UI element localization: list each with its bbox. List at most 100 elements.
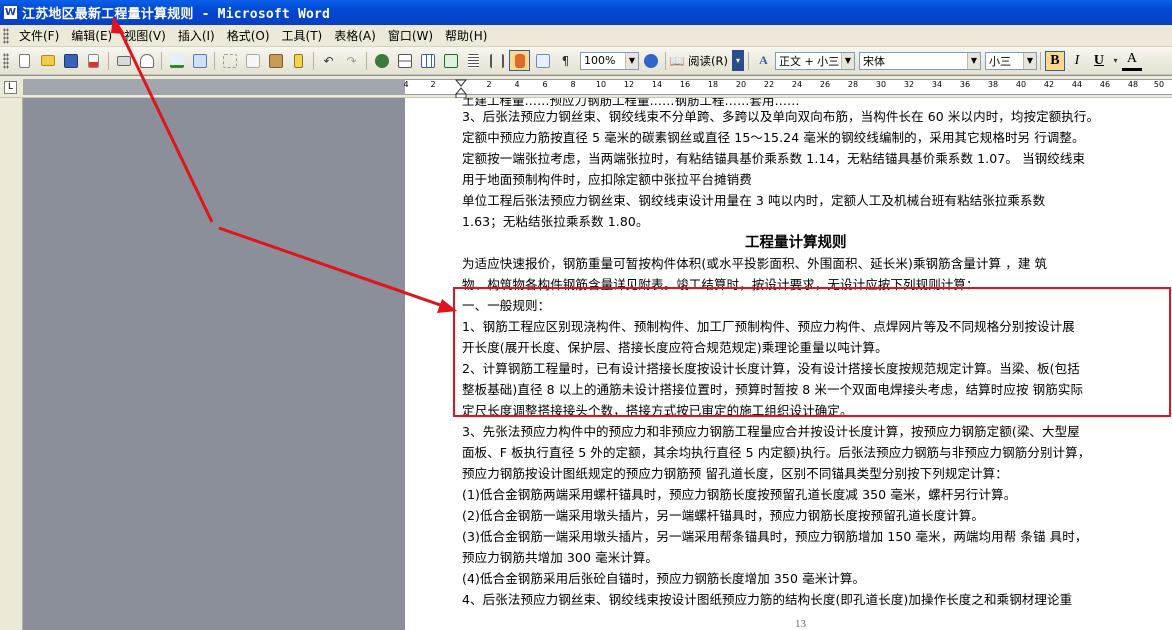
ruler-label: 32 xyxy=(903,80,915,89)
save-icon[interactable] xyxy=(60,50,81,71)
open-folder-icon[interactable] xyxy=(37,50,58,71)
ruler-label: 34 xyxy=(931,80,943,89)
paste-icon[interactable] xyxy=(265,50,286,71)
ruler-label: 16 xyxy=(679,80,691,89)
format-painter-icon[interactable] xyxy=(288,50,309,71)
doc-line: 定额按一端张拉考虑，当两端张拉时，有粘结锚具基价乘系数 1.14，无粘结锚具基价… xyxy=(462,151,1086,166)
bold-button[interactable]: B xyxy=(1044,50,1065,71)
chevron-down-icon[interactable]: ▼ xyxy=(840,52,854,69)
columns-icon[interactable] xyxy=(463,50,484,71)
new-document-icon[interactable] xyxy=(14,50,35,71)
ruler-label: 40 xyxy=(1015,80,1027,89)
menu-grip-handle[interactable] xyxy=(3,27,9,44)
doc-line: 4、后张法预应力钢丝束、钢绞线束按设计图纸预应力筋的结构长度(即孔道长度)加操作… xyxy=(462,592,1073,607)
toolbar-grip-handle[interactable] xyxy=(3,52,9,69)
menu-format[interactable]: 格式(O) xyxy=(221,26,276,46)
doc-line: 预应力钢筋共增加 300 毫米计算。 xyxy=(462,550,659,565)
drawing-icon[interactable] xyxy=(486,50,507,71)
undo-icon[interactable]: ↶ xyxy=(318,50,339,71)
hyperlink-icon[interactable] xyxy=(371,50,392,71)
ruler-label: 18 xyxy=(707,80,719,89)
cut-icon[interactable] xyxy=(219,50,240,71)
doc-line: (3)低合金钢筋一端采用墩头插片，另一端采用帮条锚具时，预应力钢筋增加 150 … xyxy=(462,529,1088,544)
redo-icon[interactable]: ↷ xyxy=(341,50,362,71)
doc-line: 1.63；无粘结张拉乘系数 1.80。 xyxy=(462,214,649,229)
menu-help[interactable]: 帮助(H) xyxy=(439,26,493,46)
doc-line: 3、后张法预应力钢丝束、钢绞线束不分单跨、多跨以及单向双向布筋，当构件长在 60… xyxy=(462,109,1100,124)
font-select[interactable]: 宋体 ▼ xyxy=(858,51,981,70)
print-preview-icon[interactable] xyxy=(136,50,157,71)
print-icon[interactable] xyxy=(113,50,134,71)
toolbar-options-icon[interactable]: ▾ xyxy=(731,50,744,71)
menu-view[interactable]: 视图(V) xyxy=(118,26,172,46)
font-size-select[interactable]: 小三 ▼ xyxy=(984,51,1037,70)
ruler-label: 38 xyxy=(987,80,999,89)
copy-icon[interactable] xyxy=(242,50,263,71)
font-color-button[interactable]: A xyxy=(1121,51,1142,71)
ruler-label: 26 xyxy=(819,80,831,89)
section-heading: 工程量计算规则 xyxy=(745,235,847,251)
ruler-label: 50 xyxy=(1153,80,1165,89)
spelling-check-icon[interactable] xyxy=(166,50,187,71)
ruler-label: 24 xyxy=(791,80,803,89)
ruler-label: 4 xyxy=(514,80,520,89)
read-mode-icon[interactable]: 📖 xyxy=(670,50,685,71)
document-map-icon[interactable] xyxy=(509,50,530,71)
window-title: 江苏地区最新工程量计算规则 - Microsoft Word xyxy=(22,7,331,22)
ruler-label: 12 xyxy=(623,80,635,89)
menu-edit[interactable]: 编辑(E) xyxy=(65,26,118,46)
chevron-down-icon[interactable]: ▾ xyxy=(1111,50,1120,71)
horizontal-ruler[interactable]: L 4 2 2 4 6 8 10 12 14 16 18 20 22 24 26… xyxy=(0,76,1172,98)
ruler-label: 30 xyxy=(875,80,887,89)
menu-table[interactable]: 表格(A) xyxy=(328,26,382,46)
ruler-label: 8 xyxy=(570,80,576,89)
doc-line: 3、先张法预应力构件中的预应力和非预应力钢筋工程量应合并按设计长度计算，按预应力… xyxy=(462,424,1080,439)
ruler-label: 6 xyxy=(542,80,548,89)
italic-button[interactable]: I xyxy=(1067,51,1087,71)
zoom-value: 100% xyxy=(584,54,616,67)
underline-button[interactable]: U xyxy=(1089,51,1109,71)
ruler-label: 14 xyxy=(651,80,663,89)
chevron-down-icon[interactable]: ▼ xyxy=(1022,52,1036,69)
ruler-label: 2 xyxy=(430,80,436,89)
doc-line: 为适应快速报价，钢筋重量可暂按构件体积(或水平投影面积、外围面积、延长米)乘钢筋… xyxy=(462,256,1048,271)
font-size-value: 小三 xyxy=(988,54,1011,68)
vertical-ruler[interactable] xyxy=(0,98,23,630)
styles-formatting-icon[interactable]: A xyxy=(753,50,774,71)
menu-bar: 文件(F) 编辑(E) 视图(V) 插入(I) 格式(O) 工具(T) 表格(A… xyxy=(0,25,1172,47)
read-mode-button[interactable]: 阅读(R) xyxy=(685,53,731,69)
paragraph-mark-icon[interactable]: ¶ xyxy=(555,50,576,71)
chevron-down-icon[interactable]: ▼ xyxy=(966,52,980,69)
ruler-text-area xyxy=(405,79,1172,95)
insert-table-icon[interactable] xyxy=(417,50,438,71)
tables-borders-icon[interactable] xyxy=(394,50,415,71)
doc-line: 单位工程后张法预应力钢丝束、钢绞线束设计用量在 3 吨以内时，定额人工及机械台班… xyxy=(462,193,1046,208)
doc-line: (2)低合金钢筋一端采用墩头插片，另一端螺杆锚具时，预应力钢筋长度按预留孔道长度… xyxy=(462,508,985,523)
research-icon[interactable] xyxy=(189,50,210,71)
show-hide-icon[interactable] xyxy=(532,50,553,71)
doc-line: (1)低合金钢筋两端采用螺杆锚具时，预应力钢筋长度按预留孔道长度减 350 毫米… xyxy=(462,487,1017,502)
insert-excel-icon[interactable] xyxy=(440,50,461,71)
ruler-label: 46 xyxy=(1099,80,1111,89)
page-number: 13 xyxy=(795,618,806,630)
toolbar: ↶ ↷ ¶ 100% ▼ 📖 阅读(R) ▾ A 正文 + 小三 ▼ 宋体 ▼ … xyxy=(0,47,1172,75)
doc-line: 定额中预应力筋按直径 5 毫米的碳素钢丝或直径 15～15.24 毫米的钢绞线编… xyxy=(462,130,1085,145)
ruler-label: 28 xyxy=(847,80,859,89)
annotation-highlight-box xyxy=(453,287,1171,417)
chevron-down-icon[interactable]: ▼ xyxy=(625,52,638,69)
title-bar: W 江苏地区最新工程量计算规则 - Microsoft Word xyxy=(0,0,1172,25)
help-icon[interactable] xyxy=(640,50,661,71)
menu-file[interactable]: 文件(F) xyxy=(13,26,65,46)
tab-selector[interactable]: L xyxy=(4,81,17,94)
menu-insert[interactable]: 插入(I) xyxy=(172,26,221,46)
ruler-margin-area xyxy=(23,79,405,95)
indent-marker-icon[interactable] xyxy=(455,79,467,99)
menu-tools[interactable]: 工具(T) xyxy=(276,26,329,46)
zoom-select[interactable]: 100% ▼ xyxy=(580,51,639,70)
style-value: 正文 + 小三 xyxy=(778,54,840,68)
doc-line: 预应力钢筋按设计图纸规定的预应力钢筋预 留孔道长度，区别不同锚具类型分别按下列规… xyxy=(462,466,1008,481)
permission-icon[interactable] xyxy=(83,50,104,71)
menu-window[interactable]: 窗口(W) xyxy=(382,26,439,46)
style-select[interactable]: 正文 + 小三 ▼ xyxy=(774,51,855,70)
word-app-icon[interactable]: W xyxy=(3,5,18,20)
